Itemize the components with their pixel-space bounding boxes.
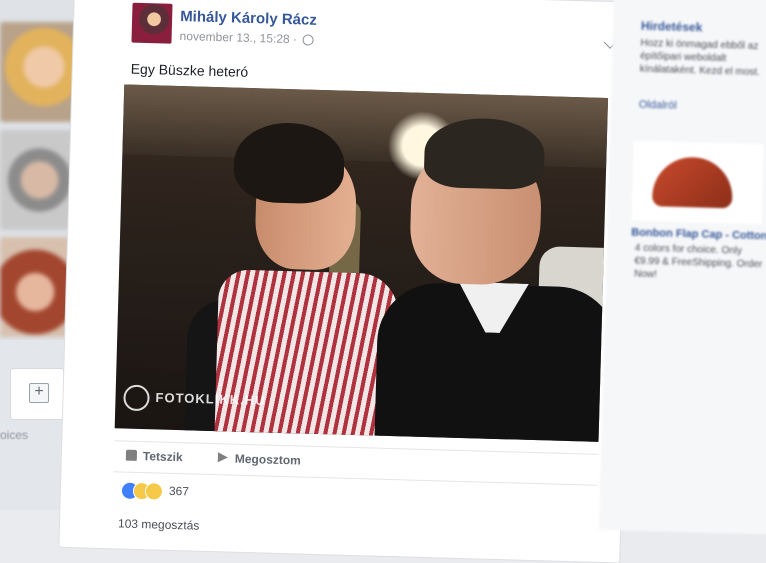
right-column: Hirdetések Hozz ki önmagad ebből az épít… <box>598 0 766 535</box>
add-button[interactable]: + <box>29 383 49 403</box>
post-timestamp[interactable]: november 13., 15:28 · <box>179 29 297 46</box>
haha-reaction-icon <box>144 482 164 501</box>
sponsored-text: Hozz ki önmagad ebből az építőipari webo… <box>639 37 760 79</box>
photo-right-person <box>354 101 609 442</box>
photo-left-hair <box>233 121 346 205</box>
sponsored-link[interactable]: Oldalról <box>639 99 677 112</box>
product-description: 4 colors for choice. Only €9.99 & FreeSh… <box>633 242 763 281</box>
like-button[interactable]: Tetszik <box>125 449 183 465</box>
globe-icon <box>302 34 314 46</box>
post-card: Mihály Károly Rácz november 13., 15:28 ·… <box>58 0 636 563</box>
shares-count[interactable]: 103 megosztás <box>118 516 200 532</box>
cap-image <box>651 156 734 209</box>
action-bar: Tetszik Megosztom <box>113 440 599 486</box>
product-title[interactable]: Bonbon Flap Cap - Cotton <box>631 227 766 243</box>
photo-watermark-text: FOTOKLIKK.HU <box>155 389 266 408</box>
photo-watermark: FOTOKLIKK.HU <box>123 384 266 415</box>
reactions-count: 367 <box>168 483 190 499</box>
avatar[interactable] <box>131 2 173 44</box>
post-author[interactable]: Mihály Károly Rácz <box>180 8 317 29</box>
post-photo[interactable]: FOTOKLIKK.HU <box>114 84 609 442</box>
post-text: Egy Büszke heteró <box>130 60 249 80</box>
share-icon <box>217 452 229 463</box>
reactions-summary[interactable]: 367 <box>120 481 189 501</box>
like-label: Tetszik <box>142 449 183 465</box>
share-label: Megosztom <box>234 451 302 468</box>
thumb-icon <box>125 449 138 461</box>
photo-right-hair <box>423 116 546 191</box>
camera-logo-icon <box>123 384 150 412</box>
ad-choices-label[interactable]: oices <box>0 428 28 442</box>
product-image[interactable] <box>631 140 764 225</box>
share-button[interactable]: Megosztom <box>217 451 302 468</box>
add-box: + <box>10 368 64 420</box>
sponsored-title[interactable]: Hirdetések <box>641 19 703 35</box>
